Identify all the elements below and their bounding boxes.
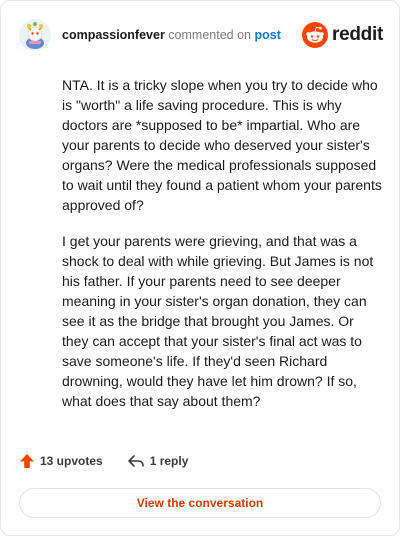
- comment-paragraph: I get your parents were grieving, and th…: [62, 233, 374, 409]
- brand-wordmark: reddit: [332, 24, 383, 45]
- upvote-count: 13 upvotes: [40, 454, 103, 468]
- upvote-stat[interactable]: 13 upvotes: [19, 453, 103, 469]
- comment-card: compassionfever commented on post reddit…: [0, 0, 400, 536]
- comment-paragraph: NTA. It is a tricky slope when you try t…: [62, 77, 382, 213]
- username-link[interactable]: compassionfever: [62, 28, 165, 42]
- user-avatar[interactable]: [19, 19, 51, 51]
- comment-body: NTA. It is a tricky slope when you try t…: [62, 75, 384, 427]
- comment-header: compassionfever commented on post reddit: [19, 17, 383, 53]
- upvote-arrow-icon: [20, 454, 34, 468]
- action-text: commented on: [164, 28, 255, 42]
- view-conversation-button[interactable]: View the conversation: [19, 488, 381, 518]
- comment-footer: 13 upvotes 1 reply: [19, 453, 212, 469]
- reddit-brand[interactable]: reddit: [302, 22, 383, 48]
- reply-stat[interactable]: 1 reply: [127, 453, 189, 469]
- post-link[interactable]: post: [254, 28, 280, 42]
- snoo-avatar-icon: [19, 19, 51, 51]
- reply-arrow-icon: [127, 455, 144, 467]
- reddit-logo-icon: [302, 22, 329, 48]
- reply-count: 1 reply: [149, 454, 189, 468]
- comment-byline: compassionfever commented on post: [62, 28, 302, 42]
